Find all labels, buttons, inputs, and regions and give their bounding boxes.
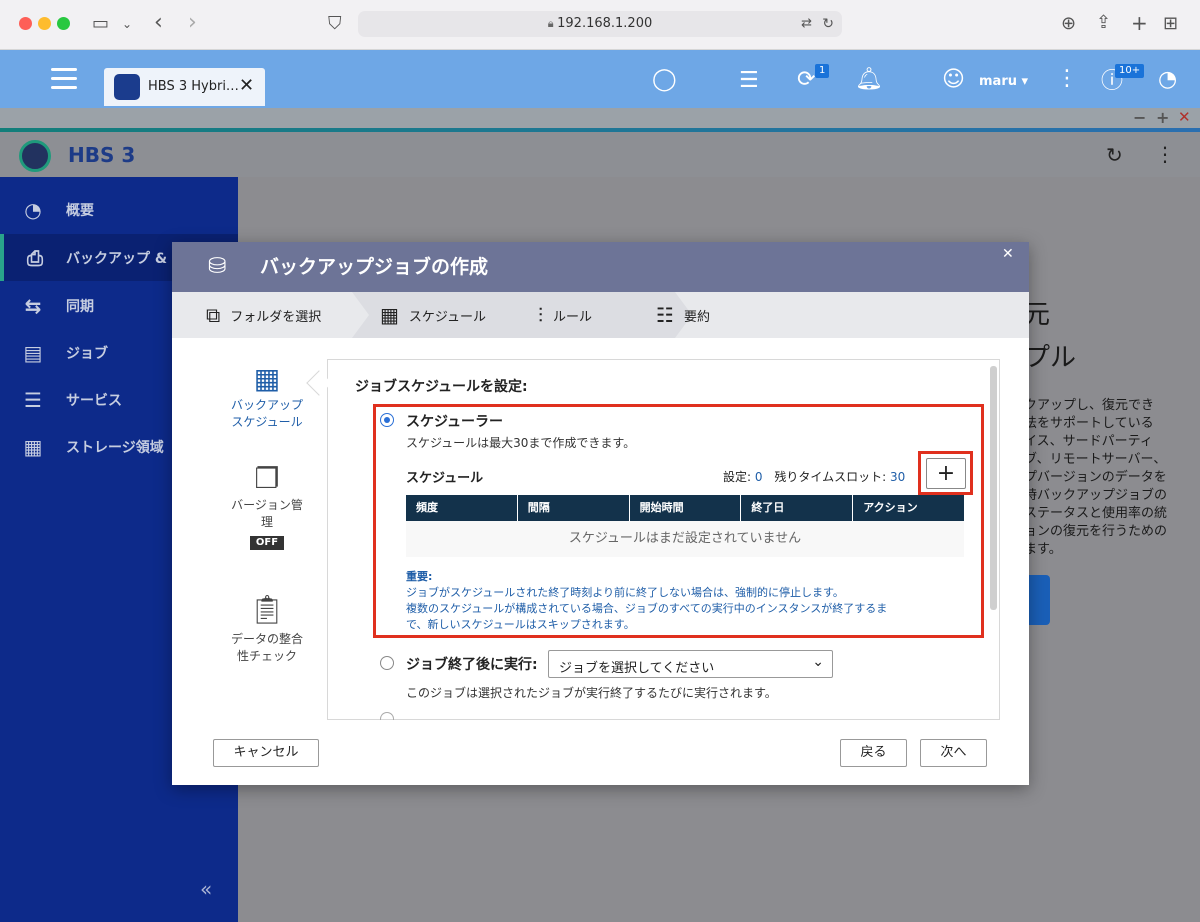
app-title: HBS 3 (68, 143, 136, 167)
folder-select-icon: ⧉ (206, 303, 221, 327)
browser-toolbar: ▭ ⌄ ‹ › ⛉ 🔒︎ 192.168.1.200 ⇄ ↻ ⊕ ⇪ + ⊞ (0, 0, 1200, 50)
backup-job-icon: ⛁ (208, 254, 227, 279)
section-title: ジョブスケジュールを設定: (355, 379, 528, 395)
notification-badge: 10+ (1115, 64, 1145, 78)
after-job-desc: このジョブは選択されたジョブが実行終了するたびに実行されます。 (406, 686, 777, 700)
backup-icon: ⎙ (27, 245, 43, 270)
menu-icon[interactable] (51, 68, 77, 89)
lock-icon: 🔒︎ (547, 17, 558, 30)
new-tab-icon[interactable]: + (1131, 13, 1148, 33)
partial-radio (380, 712, 394, 720)
tab-title: HBS 3 Hybri… (148, 79, 239, 94)
back-button[interactable]: 戻る (840, 739, 907, 767)
after-job-radio[interactable] (380, 656, 394, 670)
job-icon: ▤ (23, 340, 43, 365)
storage-icon: ▦ (23, 434, 43, 459)
hbs-logo (19, 140, 51, 172)
off-badge: OFF (250, 536, 284, 550)
bell-icon[interactable]: 🔔︎ (855, 68, 883, 92)
service-icon: ☰ (24, 387, 42, 412)
translate-icon[interactable]: ⇄ (801, 14, 812, 34)
add-button-highlight (918, 451, 973, 495)
more-options-icon[interactable]: ⋮ (1155, 142, 1175, 166)
download-icon[interactable]: ⊕ (1061, 14, 1076, 34)
gauge-icon: ◔ (24, 197, 42, 222)
back-icon[interactable]: ‹ (154, 12, 163, 34)
calendar-icon: ▦ (380, 303, 399, 327)
versions-icon: ❐ (254, 462, 280, 495)
step-summary[interactable]: ☷ 要約 (656, 292, 710, 338)
highlight-box (373, 404, 984, 638)
close-window-button[interactable] (19, 17, 32, 30)
step-folder-select[interactable]: ⧉ フォルダを選択 (206, 292, 321, 338)
sliders-icon: ⫶ (538, 303, 543, 327)
reload-icon[interactable]: ↻ (822, 14, 834, 34)
hbs-app-icon (114, 74, 140, 100)
dialog-title: バックアップジョブの作成 (260, 256, 489, 278)
nav-version-management[interactable]: ❐ バージョン管 理 OFF (206, 462, 328, 550)
integrity-check-icon: 📋︎ (249, 593, 285, 626)
step-schedule[interactable]: ▦ スケジュール (380, 292, 486, 338)
scrollbar[interactable] (990, 366, 997, 610)
url-text: 🔒︎ 192.168.1.200 (547, 16, 653, 31)
task-icon[interactable]: ☰ (739, 69, 759, 93)
job-select[interactable]: ジョブを選択してください ⌄ (548, 650, 833, 678)
app-header: HBS 3 ↻ ⋮ (0, 132, 1200, 177)
next-button[interactable]: 次へ (920, 739, 987, 767)
close-icon[interactable]: ✕ (239, 75, 254, 96)
wizard-steps: ⧉ フォルダを選択 ▦ スケジュール ⫶ ルール ☷ 要約 (172, 292, 1029, 338)
refresh-icon[interactable]: ↻ (1106, 143, 1123, 167)
forward-icon[interactable]: › (188, 12, 197, 34)
address-bar[interactable]: 🔒︎ 192.168.1.200 ⇄ ↻ (358, 11, 842, 37)
dialog-header: ⛁ バックアップジョブの作成 ✕ (172, 242, 1029, 292)
chevron-down-icon: ⌄ (812, 654, 824, 670)
sidebar-item-overview[interactable]: ◔ 概要 (0, 186, 238, 233)
sync-icon: ⇆ (24, 293, 42, 318)
bg-heading-2: プル (1024, 343, 1077, 373)
zoom-window-button[interactable] (57, 17, 70, 30)
cancel-button[interactable]: キャンセル (213, 739, 319, 767)
nav-data-integrity[interactable]: 📋︎ データの整合 性チェック (206, 590, 328, 664)
bg-description: クアップし、復元でき 法をサポートしている イス、サードパーティ ブ、リモートサーバ… (1024, 398, 1168, 557)
collapse-icon[interactable]: « (200, 877, 212, 901)
shield-icon[interactable]: ⛉ (328, 14, 342, 34)
backup-badge: 1 (815, 64, 830, 78)
tab-overview-icon[interactable]: ⊞ (1163, 14, 1178, 34)
dashboard-icon[interactable]: ◔ (1158, 68, 1177, 92)
step-rules[interactable]: ⫶ ルール (538, 292, 592, 338)
user-name[interactable]: maru ▾ (979, 74, 1028, 89)
after-job-label: ジョブ終了後に実行: (406, 657, 538, 673)
dialog-close-icon[interactable]: ✕ (1002, 246, 1014, 262)
dialog-left-nav: ▦ バックアップ スケジュール ❐ バージョン管 理 OFF 📋︎ データの整合… (206, 362, 328, 722)
search-icon[interactable]: ◯ (652, 68, 677, 92)
chevron-down-icon[interactable]: ⌄ (122, 14, 132, 34)
user-icon[interactable]: ☺ (942, 68, 965, 92)
app-tab[interactable]: HBS 3 Hybri… ✕ (104, 68, 265, 106)
bg-button[interactable] (1028, 575, 1050, 625)
share-icon[interactable]: ⇪ (1096, 13, 1111, 33)
create-backup-job-dialog: ⛁ バックアップジョブの作成 ✕ ⧉ フォルダを選択 ▦ スケジュール ⫶ ルール ☷… (172, 242, 1029, 785)
close-app-icon[interactable]: ✕ (1178, 108, 1191, 126)
window-titlebar: − + ✕ (0, 108, 1200, 128)
more-vertical-icon[interactable]: ⋮ (1056, 67, 1078, 91)
minimize-icon[interactable]: − (1133, 108, 1146, 127)
sidebar-toggle-icon[interactable]: ▭ (92, 14, 109, 34)
summary-icon: ☷ (656, 303, 674, 327)
minimize-window-button[interactable] (38, 17, 51, 30)
nav-backup-schedule[interactable]: ▦ バックアップ スケジュール (206, 362, 328, 430)
maximize-icon[interactable]: + (1156, 108, 1169, 127)
backup-status-icon[interactable]: ⟳ (797, 68, 815, 92)
